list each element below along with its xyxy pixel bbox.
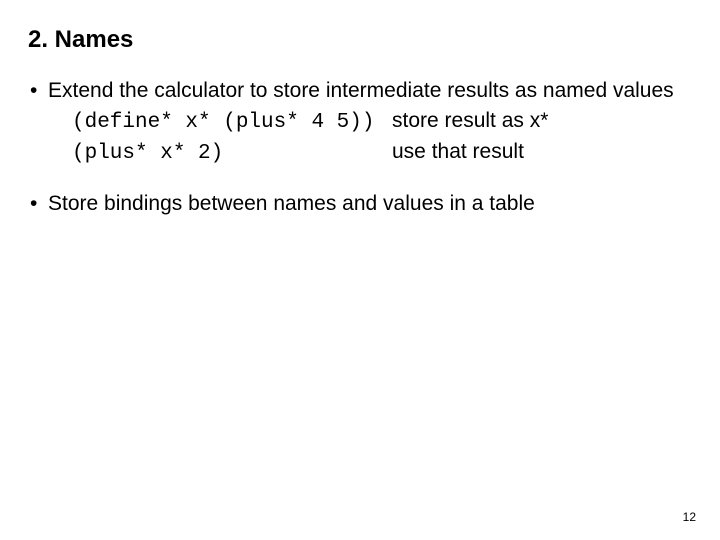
bullet-2-text: Store bindings between names and values …: [48, 192, 535, 215]
example-1-code: (define* x* (plus* 4 5)): [72, 110, 392, 136]
example-2-code: (plus* x* 2): [72, 141, 392, 167]
bullet-item-2: Store bindings between names and values …: [28, 191, 692, 217]
slide: 2. Names Extend the calculator to store …: [0, 0, 720, 540]
example-row-2: (plus* x* 2) use that result: [72, 139, 692, 167]
bullet-list: Extend the calculator to store intermedi…: [28, 78, 692, 217]
example-block: (define* x* (plus* 4 5)) store result as…: [48, 108, 692, 167]
example-2-comment: use that result: [392, 139, 524, 165]
bullet-1-text: Extend the calculator to store intermedi…: [48, 79, 674, 102]
example-1-comment: store result as x*: [392, 108, 548, 134]
slide-title: 2. Names: [28, 26, 692, 54]
bullet-item-1: Extend the calculator to store intermedi…: [28, 78, 692, 167]
page-number: 12: [683, 510, 696, 524]
example-row-1: (define* x* (plus* 4 5)) store result as…: [72, 108, 692, 136]
